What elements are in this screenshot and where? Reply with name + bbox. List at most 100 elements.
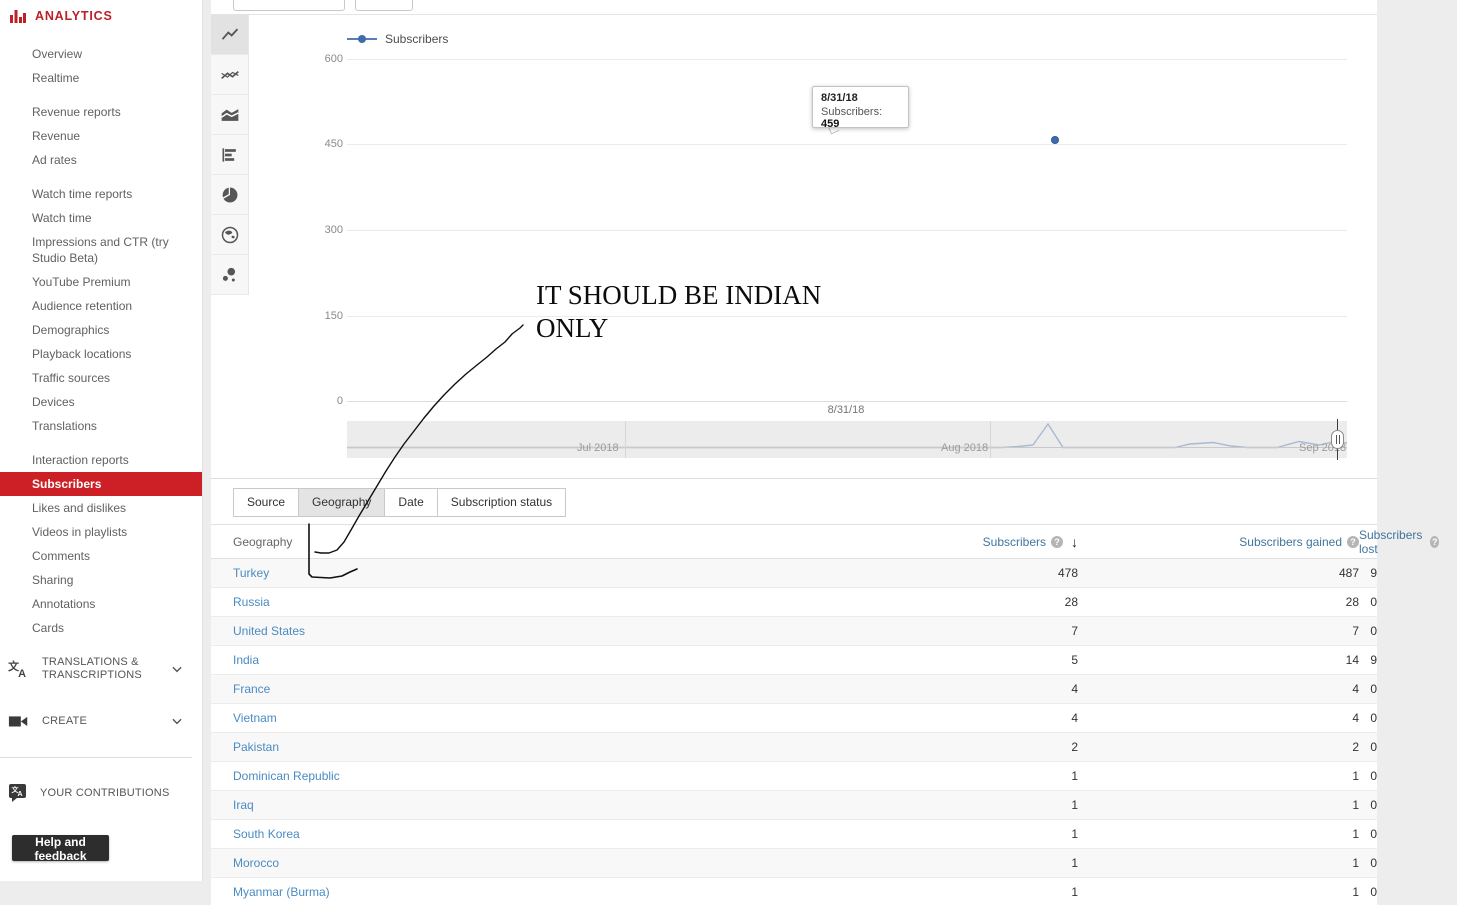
sidebar-item-playback-locations[interactable]: Playback locations — [0, 342, 202, 366]
help-icon[interactable]: ? — [1430, 536, 1439, 548]
cell-lost: 0 — [1359, 769, 1377, 783]
sidebar-item-translations-transcriptions[interactable]: 文 A TRANSLATIONS & TRANSCRIPTIONS — [0, 656, 202, 682]
sidebar-item-comments[interactable]: Comments — [0, 544, 202, 568]
cell-gained: 1 — [1078, 827, 1359, 841]
tab-source[interactable]: Source — [233, 488, 299, 517]
line-chart-icon[interactable] — [211, 15, 249, 55]
tab-subscription-status[interactable]: Subscription status — [437, 488, 566, 517]
sidebar-item-subscribers[interactable]: Subscribers — [0, 472, 202, 496]
data-point-marker[interactable] — [1051, 136, 1059, 144]
cell-lost: 0 — [1359, 595, 1377, 609]
country-link[interactable]: Pakistan — [211, 740, 785, 754]
cell-lost: 0 — [1359, 624, 1377, 638]
sidebar-item-videos-in-playlists[interactable]: Videos in playlists — [0, 520, 202, 544]
sidebar-item-sharing[interactable]: Sharing — [0, 568, 202, 592]
country-link[interactable]: Dominican Republic — [211, 769, 785, 783]
country-link[interactable]: Iraq — [211, 798, 785, 812]
pie-chart-icon[interactable] — [211, 175, 249, 215]
stacked-area-chart-icon[interactable] — [211, 95, 249, 135]
sidebar-item-label: CREATE — [42, 715, 160, 728]
sidebar-item-cards[interactable]: Cards — [0, 616, 202, 640]
brush-handle[interactable] — [1331, 430, 1344, 449]
column-header-geography: Geography — [211, 535, 785, 549]
bubble-chart-icon[interactable] — [211, 255, 249, 295]
cell-subscribers: 2 — [785, 740, 1078, 754]
bar-chart-icon[interactable] — [211, 135, 249, 175]
breakdown-tabs: SourceGeographyDateSubscription status — [233, 488, 566, 517]
legend-label: Subscribers — [385, 32, 448, 46]
sidebar-item-overview[interactable]: Overview — [0, 42, 202, 66]
legend-dot — [358, 35, 366, 43]
sidebar-item-youtube-premium[interactable]: YouTube Premium — [0, 270, 202, 294]
gridline — [347, 401, 1347, 402]
bar-chart-icon — [10, 8, 26, 24]
tab-date[interactable]: Date — [384, 488, 437, 517]
help-and-feedback-button[interactable]: Help and feedback — [12, 835, 109, 861]
sidebar-item-create[interactable]: CREATE — [0, 712, 202, 730]
help-icon[interactable]: ? — [1347, 536, 1359, 548]
video-camera-icon — [8, 712, 30, 730]
analytics-brand: ANALYTICS — [10, 8, 113, 24]
multiline-chart-icon[interactable] — [211, 55, 249, 95]
toolbar-control-partial[interactable] — [355, 0, 413, 11]
column-header-subscribers[interactable]: Subscribers? ↓ — [785, 534, 1078, 550]
sidebar-item-translations[interactable]: Translations — [0, 414, 202, 438]
country-link[interactable]: Vietnam — [211, 711, 785, 725]
country-link[interactable]: South Korea — [211, 827, 785, 841]
table-row: France440 — [211, 675, 1377, 704]
sidebar-item-realtime[interactable]: Realtime — [0, 66, 202, 90]
column-header-subscribers-gained[interactable]: Subscribers gained? — [1078, 535, 1359, 549]
chevron-down-icon[interactable] — [170, 714, 184, 728]
sidebar-item-traffic-sources[interactable]: Traffic sources — [0, 366, 202, 390]
country-link[interactable]: Turkey — [211, 566, 785, 580]
cell-gained: 487 — [1078, 566, 1359, 580]
date-range-control-partial[interactable] — [233, 0, 345, 11]
cell-subscribers: 28 — [785, 595, 1078, 609]
tab-geography[interactable]: Geography — [298, 488, 385, 517]
cell-subscribers: 478 — [785, 566, 1078, 580]
cell-subscribers: 1 — [785, 798, 1078, 812]
svg-text:A: A — [18, 791, 23, 798]
sidebar-item-revenue[interactable]: Revenue — [0, 124, 202, 148]
sidebar-item-interaction-reports: Interaction reports — [0, 448, 202, 472]
country-link[interactable]: India — [211, 653, 785, 667]
country-link[interactable]: Morocco — [211, 856, 785, 870]
cell-lost: 0 — [1359, 856, 1377, 870]
minimap-label-aug: Aug 2018 — [941, 442, 988, 454]
column-header-subscribers-lost[interactable]: Subscribers lost? — [1359, 528, 1439, 556]
geo-map-icon[interactable] — [211, 215, 249, 255]
cell-subscribers: 1 — [785, 769, 1078, 783]
country-link[interactable]: France — [211, 682, 785, 696]
sidebar-item-watch-time[interactable]: Watch time — [0, 206, 202, 230]
sort-descending-icon[interactable]: ↓ — [1071, 534, 1078, 550]
sidebar-item-likes-and-dislikes[interactable]: Likes and dislikes — [0, 496, 202, 520]
chart-type-toolbar — [211, 15, 249, 295]
chevron-down-icon[interactable] — [170, 662, 184, 676]
country-link[interactable]: United States — [211, 624, 785, 638]
sidebar-item-ad-rates[interactable]: Ad rates — [0, 148, 202, 172]
sidebar-item-devices[interactable]: Devices — [0, 390, 202, 414]
annotation-text: IT SHOULD BE INDIAN ONLY — [536, 279, 866, 345]
sidebar-divider — [0, 757, 192, 758]
chart-legend: Subscribers — [347, 32, 448, 46]
sidebar-item-audience-retention[interactable]: Audience retention — [0, 294, 202, 318]
gridline — [347, 59, 1347, 60]
sidebar-item-your-contributions[interactable]: 文 A YOUR CONTRIBUTIONS — [0, 783, 202, 803]
help-icon[interactable]: ? — [1051, 536, 1063, 548]
chart-minimap[interactable]: Jul 2018 Aug 2018 Sep 2018 — [347, 421, 1347, 458]
sidebar-item-demographics[interactable]: Demographics — [0, 318, 202, 342]
country-link[interactable]: Russia — [211, 595, 785, 609]
table-row: Vietnam440 — [211, 704, 1377, 733]
table-row: South Korea110 — [211, 820, 1377, 849]
legend-line-marker — [347, 38, 377, 40]
gridline — [347, 230, 1347, 231]
column-header-label: Subscribers — [983, 535, 1046, 549]
sidebar-item-revenue-reports: Revenue reports — [0, 100, 202, 124]
sidebar-item-annotations[interactable]: Annotations — [0, 592, 202, 616]
sidebar-item-impressions-and-ctr-try-studio-beta[interactable]: Impressions and CTR (try Studio Beta) — [0, 230, 202, 270]
column-header-label: Subscribers gained — [1239, 535, 1342, 549]
column-header-label: Subscribers lost — [1359, 528, 1425, 556]
country-link[interactable]: Myanmar (Burma) — [211, 885, 785, 899]
cell-gained: 7 — [1078, 624, 1359, 638]
minimap-series-line — [347, 421, 1347, 458]
